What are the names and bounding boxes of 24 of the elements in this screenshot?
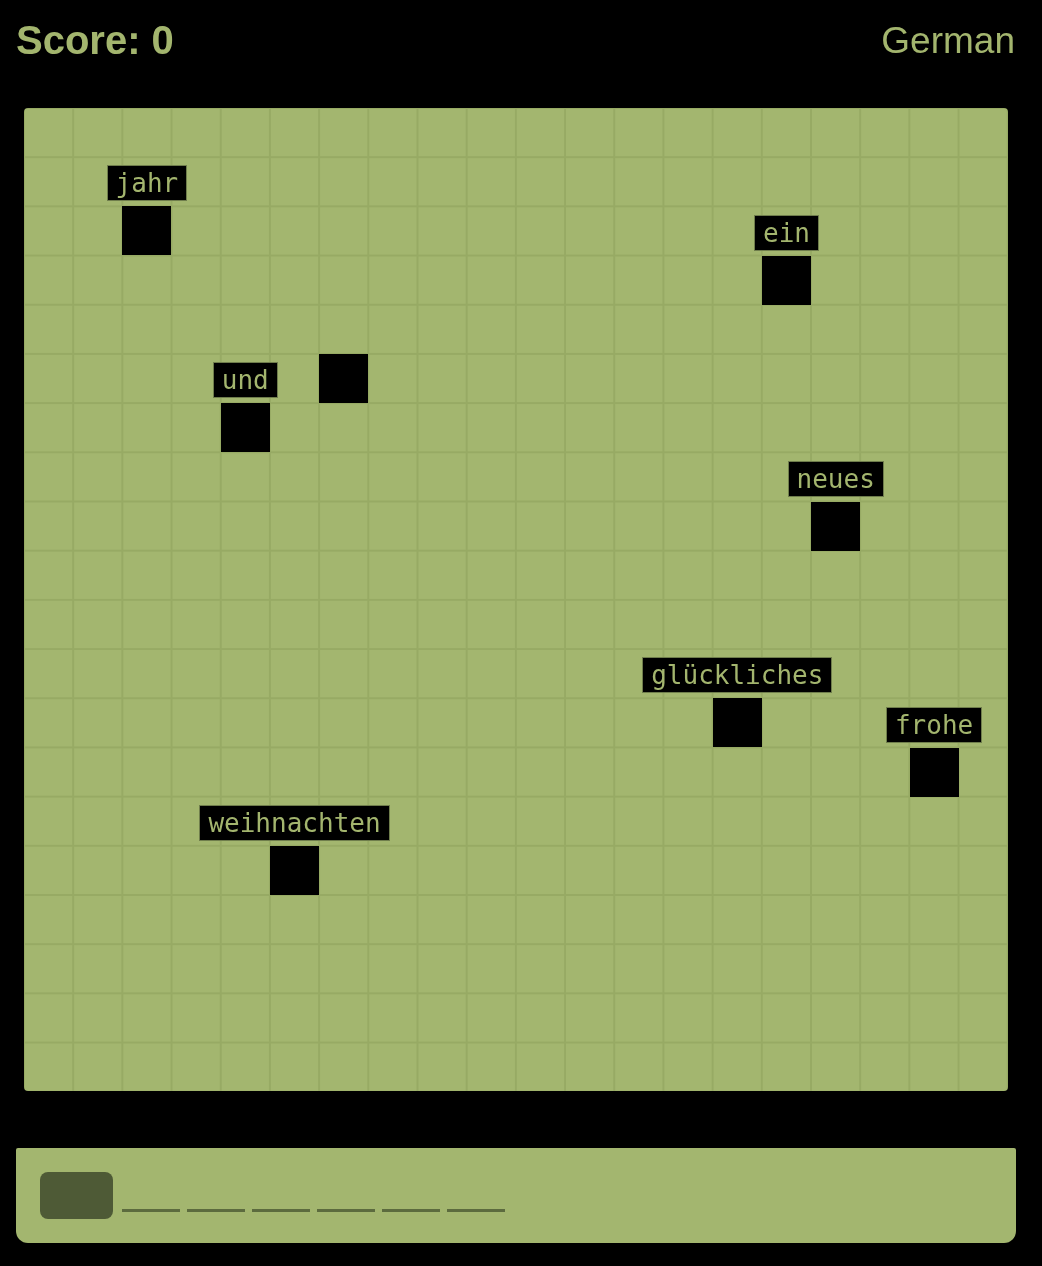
fill-in-line[interactable] (447, 1209, 505, 1212)
word-label: ein (754, 214, 819, 251)
square-icon (122, 206, 172, 256)
square-icon (220, 403, 270, 453)
square-icon (319, 354, 369, 403)
square-icon (712, 698, 762, 748)
score-label: Score: 0 (16, 20, 174, 60)
square-icon (909, 747, 959, 797)
square-icon (762, 255, 811, 305)
word-label: und (212, 362, 278, 399)
square-icon (811, 501, 861, 551)
fill-in-line[interactable] (187, 1209, 245, 1212)
fill-in-line[interactable] (122, 1209, 180, 1212)
language-label: German (881, 21, 1015, 59)
fill-in-line[interactable] (317, 1209, 375, 1212)
fill-in-line[interactable] (382, 1209, 440, 1212)
word-label: weihnachten (199, 805, 390, 841)
fill-in-line[interactable] (252, 1209, 310, 1212)
word-label: frohe (885, 706, 983, 743)
word-label: jahr (106, 165, 188, 202)
word-label: glückliches (642, 657, 833, 694)
square-icon (270, 846, 319, 895)
word-label: neues (787, 460, 884, 497)
answer-slot[interactable] (40, 1172, 113, 1219)
